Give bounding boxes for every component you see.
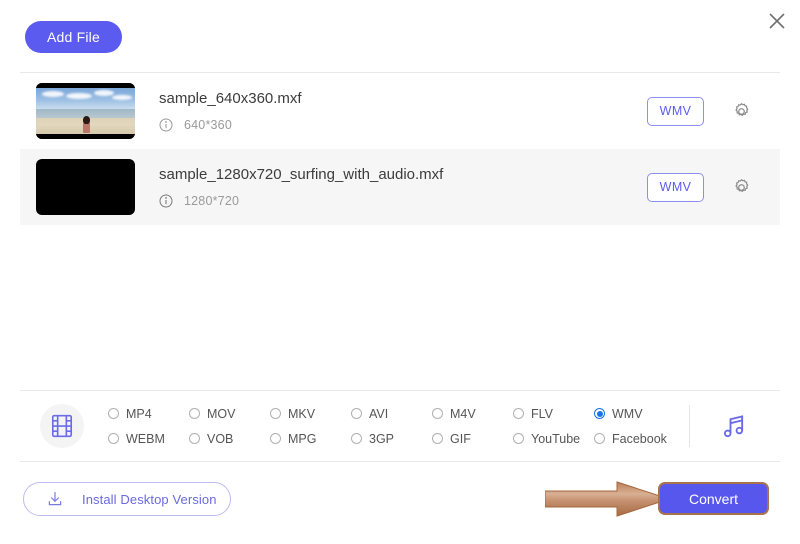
format-option-3gp[interactable]: 3GP <box>351 426 432 451</box>
close-window-button[interactable] <box>762 6 792 36</box>
format-label: 3GP <box>369 431 395 446</box>
format-option-webm[interactable]: WEBM <box>108 426 189 451</box>
table-row[interactable]: sample_1280x720_surfing_with_audio.mxf 1… <box>20 149 780 225</box>
radio-icon <box>351 408 362 419</box>
format-option-mpg[interactable]: MPG <box>270 426 351 451</box>
format-label: MP4 <box>126 406 152 421</box>
file-resolution: 640*360 <box>159 118 647 132</box>
radio-icon <box>513 408 524 419</box>
info-icon <box>159 118 173 132</box>
format-label: M4V <box>450 406 476 421</box>
format-option-avi[interactable]: AVI <box>351 401 432 426</box>
format-label: WEBM <box>126 431 165 446</box>
format-selection-bar: MP4 MOV MKV AVI M4V FLV WMV WEBM VOB MPG… <box>20 390 780 462</box>
format-label: MKV <box>288 406 316 421</box>
radio-icon <box>270 433 281 444</box>
format-option-vob[interactable]: VOB <box>189 426 270 451</box>
radio-icon <box>270 408 281 419</box>
film-strip-icon <box>51 414 73 438</box>
file-thumbnail <box>36 159 135 215</box>
info-icon <box>159 194 173 208</box>
format-label: MOV <box>207 406 236 421</box>
format-option-mkv[interactable]: MKV <box>270 401 351 426</box>
file-name: sample_640x360.mxf <box>159 90 302 107</box>
file-resolution: 1280*720 <box>159 194 647 208</box>
file-settings-button[interactable] <box>729 99 753 123</box>
format-label: FLV <box>531 406 553 421</box>
install-label: Install Desktop Version <box>82 491 217 507</box>
gear-icon <box>734 102 749 116</box>
file-list: sample_640x360.mxf 640*360 WMV sample_12… <box>20 72 780 390</box>
format-label: VOB <box>207 431 234 446</box>
close-icon <box>769 13 785 29</box>
install-desktop-version-button[interactable]: Install Desktop Version <box>23 482 231 516</box>
radio-icon <box>594 433 605 444</box>
download-icon <box>46 490 64 508</box>
file-settings-button[interactable] <box>729 175 753 199</box>
radio-icon <box>108 433 119 444</box>
radio-icon <box>432 408 443 419</box>
video-format-tab[interactable] <box>40 404 84 448</box>
radio-icon <box>189 433 200 444</box>
radio-icon-selected <box>594 408 605 419</box>
format-option-wmv[interactable]: WMV <box>594 401 679 426</box>
radio-icon <box>432 433 443 444</box>
format-options: MP4 MOV MKV AVI M4V FLV WMV WEBM VOB MPG… <box>108 401 689 451</box>
table-row[interactable]: sample_640x360.mxf 640*360 WMV <box>20 73 780 149</box>
divider <box>689 405 690 447</box>
format-option-facebook[interactable]: Facebook <box>594 426 679 451</box>
radio-icon <box>108 408 119 419</box>
format-label: YouTube <box>531 431 581 446</box>
gear-icon <box>734 178 749 192</box>
format-option-gif[interactable]: GIF <box>432 426 513 451</box>
format-label: GIF <box>450 431 471 446</box>
audio-format-tab[interactable] <box>712 404 756 448</box>
resolution-text: 640*360 <box>184 118 232 132</box>
add-file-button[interactable]: Add File <box>25 21 122 53</box>
file-info: sample_1280x720_surfing_with_audio.mxf 1… <box>135 166 647 208</box>
file-info: sample_640x360.mxf 640*360 <box>135 90 647 132</box>
toolbar: Add File <box>0 0 800 53</box>
file-thumbnail <box>36 83 135 139</box>
format-label: Facebook <box>612 431 667 446</box>
output-format-button[interactable]: WMV <box>647 96 704 126</box>
format-option-mov[interactable]: MOV <box>189 401 270 426</box>
format-option-m4v[interactable]: M4V <box>432 401 513 426</box>
radio-icon <box>513 433 524 444</box>
radio-icon <box>351 433 362 444</box>
format-option-youtube[interactable]: YouTube <box>513 426 594 451</box>
format-label: AVI <box>369 406 389 421</box>
output-format-button[interactable]: WMV <box>647 172 704 202</box>
format-option-mp4[interactable]: MP4 <box>108 401 189 426</box>
format-option-flv[interactable]: FLV <box>513 401 594 426</box>
convert-button[interactable]: Convert <box>658 482 769 515</box>
format-label: WMV <box>612 406 643 421</box>
format-label: MPG <box>288 431 317 446</box>
radio-icon <box>189 408 200 419</box>
music-note-icon <box>723 415 744 438</box>
file-name: sample_1280x720_surfing_with_audio.mxf <box>159 166 444 183</box>
resolution-text: 1280*720 <box>184 194 240 208</box>
